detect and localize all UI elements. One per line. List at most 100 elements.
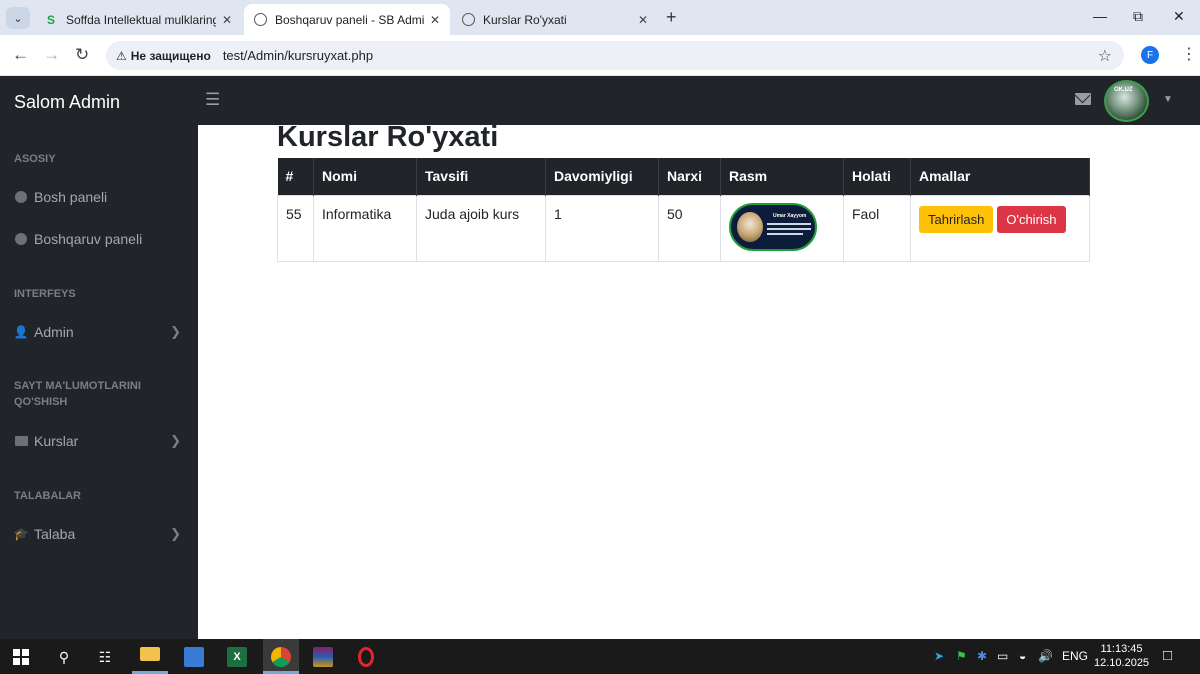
table-row: 55 Informatika Juda ajoib kurs 1 50 Umar… xyxy=(277,194,1090,262)
opera-icon[interactable] xyxy=(356,647,376,667)
sidebar-item-bosh-paneli[interactable]: Bosh paneli xyxy=(14,186,189,208)
sidebar-toggle-icon[interactable]: ☰ xyxy=(205,90,220,110)
globe-icon xyxy=(462,13,475,26)
edit-button[interactable]: Tahrirlash xyxy=(919,205,994,233)
column-header: Nomi xyxy=(313,158,417,195)
notifications-icon[interactable]: □ xyxy=(1163,647,1172,664)
gauge-icon xyxy=(14,190,28,204)
warning-triangle-icon: ⚠ xyxy=(116,48,127,63)
close-tab-icon[interactable]: ✕ xyxy=(638,13,648,27)
column-header: Amallar xyxy=(910,158,1090,195)
sidebar-item-talaba[interactable]: 🎓 Talaba ❯ xyxy=(14,523,189,545)
browser-tab-bar: ⌄ S Soffda Intellektual mulklaringiz ✕ B… xyxy=(0,0,1200,35)
chrome-icon[interactable] xyxy=(271,647,291,667)
windows-taskbar: ⚲ ☷ X ➤ ⚑ ✱ ▭ ◒ 🔊 ENG 11:13:45 12.10.202… xyxy=(0,639,1200,674)
sidebar-heading: SAYT MA'LUMOTLARINI QO'SHISH xyxy=(14,380,141,408)
column-header: Narxi xyxy=(658,158,721,195)
cell-amallar: Tahrirlash O'chirish xyxy=(910,194,1090,262)
sidebar-heading: INTERFEYS xyxy=(14,288,76,300)
sidebar-item-label: Admin xyxy=(34,324,74,340)
browser-tab-boshqaruv[interactable]: Boshqaruv paneli - SB Admin ✕ xyxy=(244,4,450,35)
sidebar-item-boshqaruv-paneli[interactable]: Boshqaruv paneli xyxy=(14,228,189,250)
file-explorer-icon[interactable] xyxy=(140,647,160,661)
cell-holati: Faol xyxy=(843,194,911,262)
browser-tab-kurslar[interactable]: Kurslar Ro'yxati ✕ xyxy=(452,4,658,35)
chevron-right-icon: ❯ xyxy=(170,526,181,541)
image-text-line xyxy=(767,222,811,225)
reload-icon[interactable]: ↻ xyxy=(75,45,89,65)
battery-icon[interactable]: ▭ xyxy=(997,649,1008,663)
cell-tavsifi: Juda ajoib kurs xyxy=(416,194,546,262)
mail-icon[interactable] xyxy=(1075,93,1091,105)
page-title: Kurslar Ro'yxati xyxy=(277,121,499,153)
sidebar-item-label: Kurslar xyxy=(34,433,79,449)
folder-icon xyxy=(14,434,28,448)
brand-title[interactable]: Salom Admin xyxy=(14,92,120,113)
tab-search-chevron-icon[interactable]: ⌄ xyxy=(6,7,30,29)
avatar-text: OK.UZ xyxy=(1114,87,1133,93)
telegram-icon[interactable]: ➤ xyxy=(934,649,944,663)
chevron-right-icon: ❯ xyxy=(170,324,181,339)
security-indicator[interactable]: Не защищено xyxy=(131,49,211,63)
sidebar-item-kurslar[interactable]: Kurslar ❯ xyxy=(14,430,189,452)
forward-arrow-icon[interactable]: → xyxy=(43,45,60,65)
student-icon: 🎓 xyxy=(13,527,29,541)
sidebar-item-label: Talaba xyxy=(34,526,76,542)
main-content: Kurslar Ro'yxati # Nomi Tavsifi Davomiyl… xyxy=(198,121,1200,639)
winrar-icon[interactable] xyxy=(313,647,333,667)
user-avatar[interactable]: OK.UZ xyxy=(1104,80,1149,122)
address-bar-row: ← → ↻ ⚠ Не защищено test/Admin/kursruyxa… xyxy=(0,35,1200,76)
delete-button[interactable]: O'chirish xyxy=(997,205,1066,233)
flag-icon[interactable]: ⚑ xyxy=(956,649,967,663)
sidebar: ASOSIY Bosh paneli Boshqaruv paneli INTE… xyxy=(0,125,198,639)
omnibox[interactable]: ⚠ Не защищено test/Admin/kursruyxat.php … xyxy=(106,41,1124,70)
menu-kebab-icon[interactable]: ⋮ xyxy=(1181,44,1197,64)
soffda-logo-icon: S xyxy=(46,12,55,27)
bluetooth-icon[interactable]: ✱ xyxy=(977,649,987,663)
volume-icon[interactable]: 🔊 xyxy=(1038,649,1053,663)
sidebar-heading: TALABALAR xyxy=(14,490,82,502)
url-text[interactable]: test/Admin/kursruyxat.php xyxy=(223,48,373,63)
chevron-right-icon: ❯ xyxy=(170,433,181,448)
minimize-icon[interactable]: — xyxy=(1093,8,1107,24)
close-tab-icon[interactable]: ✕ xyxy=(222,13,232,27)
image-caption: Umar Xayyom xyxy=(773,212,807,219)
courses-table: # Nomi Tavsifi Davomiyligi Narxi Rasm Ho… xyxy=(277,158,1090,262)
restore-icon[interactable]: ⧉ xyxy=(1133,8,1143,25)
column-header: Rasm xyxy=(720,158,844,195)
close-tab-icon[interactable]: ✕ xyxy=(430,13,440,27)
cell-narxi: 50 xyxy=(658,194,721,262)
store-icon[interactable] xyxy=(184,647,204,667)
browser-tab-soffda[interactable]: S Soffda Intellektual mulklaringiz ✕ xyxy=(34,4,242,35)
course-image: Umar Xayyom xyxy=(729,202,817,251)
profile-avatar[interactable]: F xyxy=(1141,46,1159,64)
cell-id: 55 xyxy=(277,194,314,262)
new-tab-button[interactable]: + xyxy=(666,7,677,28)
caret-down-icon[interactable]: ▼ xyxy=(1163,94,1173,105)
column-header: # xyxy=(277,158,314,195)
tab-title: Kurslar Ro'yxati xyxy=(483,12,567,27)
wifi-icon[interactable]: ◒ xyxy=(1019,649,1026,663)
system-clock[interactable]: 11:13:45 12.10.2025 xyxy=(1094,642,1149,670)
cell-davomiyligi: 1 xyxy=(545,194,659,262)
excel-icon[interactable]: X xyxy=(227,647,247,667)
image-text-line xyxy=(767,232,803,235)
portrait-image xyxy=(737,211,763,242)
table-header-row: # Nomi Tavsifi Davomiyligi Narxi Rasm Ho… xyxy=(277,158,1090,195)
windows-start-icon[interactable] xyxy=(11,647,31,667)
globe-icon xyxy=(254,13,267,26)
cell-rasm: Umar Xayyom xyxy=(720,194,844,262)
language-indicator[interactable]: ENG xyxy=(1062,649,1088,663)
user-icon: 👤 xyxy=(13,325,29,339)
task-view-icon[interactable]: ☷ xyxy=(95,647,115,667)
window-close-icon[interactable]: ✕ xyxy=(1173,8,1185,25)
sidebar-item-label: Bosh paneli xyxy=(34,189,108,205)
search-icon[interactable]: ⚲ xyxy=(54,647,74,667)
back-arrow-icon[interactable]: ← xyxy=(12,45,29,65)
sidebar-heading: ASOSIY xyxy=(14,153,56,165)
bookmark-star-icon[interactable]: ☆ xyxy=(1098,46,1112,66)
tab-title: Soffda Intellektual mulklaringiz xyxy=(66,12,216,27)
clock-date: 12.10.2025 xyxy=(1094,657,1150,669)
sidebar-item-admin[interactable]: 👤 Admin ❯ xyxy=(14,321,189,343)
image-text-line xyxy=(767,227,811,230)
